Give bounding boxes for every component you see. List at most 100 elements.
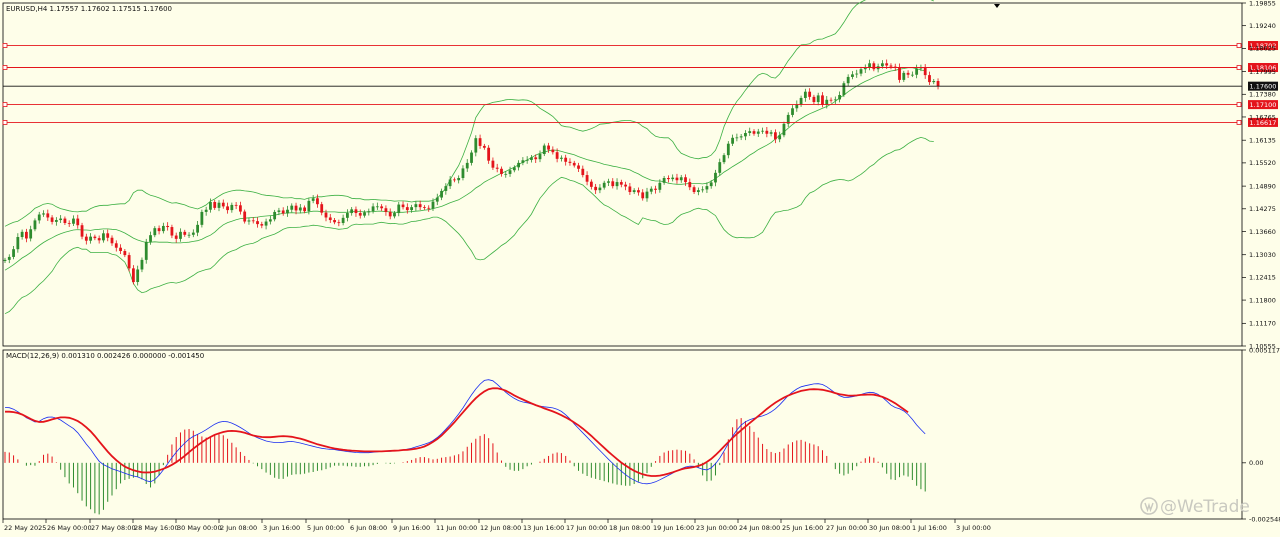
level-handle-right[interactable] [1236,65,1242,70]
candle-bull [7,256,11,260]
time-tick-label: 17 Jun 00:00 [566,524,607,532]
level-handle-left[interactable] [2,102,8,108]
candle-bull [140,259,144,270]
candle-bull [838,95,841,100]
time-tick-label: 12 Jun 08:00 [480,524,521,532]
level-handle-left[interactable] [2,65,8,70]
candle-bull [397,204,401,214]
price-tick-label: 1.13660 [1249,228,1276,236]
candle-bull [42,213,45,215]
candle-bear [294,205,298,211]
candle-bull [915,68,919,75]
time-tick-label: 22 May 2025 [4,524,46,532]
candle-bull [761,130,764,132]
candle-bear [585,175,589,182]
shift-marker-icon[interactable] [994,4,1000,8]
candle-bull [264,221,268,226]
candle-bull [560,157,563,159]
candle-bull [187,234,191,236]
price-tick-label: 1.19855 [1249,0,1276,7]
candle-bear [821,95,824,105]
candle-bear [572,162,576,166]
candle-bear [889,65,893,67]
candle-bear [906,72,910,75]
candle-bear [923,66,927,76]
time-tick-label: 18 Jun 08:00 [609,524,650,532]
candle-bull [744,133,747,137]
level-handle-right[interactable] [1236,43,1242,48]
candle-bear [354,209,358,214]
candle-bull [363,212,366,216]
level-handle-right[interactable] [1236,102,1242,108]
candle-bull [3,259,7,261]
candle-bull [726,143,730,156]
candle-bear [765,130,769,134]
candle-bull [72,218,75,224]
candle-bull [816,95,820,103]
candle-bear [500,168,503,174]
candle-bear [885,63,889,66]
candle-bear [812,96,816,103]
level-handle-left[interactable] [2,43,8,48]
candle-bear [547,145,550,150]
candle-bull [649,188,653,192]
candle-bear [928,75,931,83]
candle-bear [551,149,555,153]
candle-bull [33,220,37,230]
candle-bull [311,198,315,201]
candle-bear [423,207,426,208]
candle-bear [808,91,812,97]
macd-tick-label: 0.00 [1249,459,1263,467]
candle-bull [136,269,140,283]
time-tick-label: 3 Jun 16:00 [263,524,300,532]
candle-bull [645,191,649,199]
time-tick-label: 6 Jun 08:00 [350,524,387,532]
candle-bear [333,220,336,223]
candle-bull [739,136,743,138]
candle-bear [110,237,114,244]
time-tick-label: 25 Jun 16:00 [782,524,823,532]
candle-bear [405,207,409,211]
price-tick-label: 1.19240 [1249,22,1276,30]
candle-bear [577,165,580,169]
candle-bull [153,228,157,236]
candle-bear [251,220,255,222]
candle-bear [106,233,110,238]
candle-bull [782,123,786,136]
level-handle-left[interactable] [2,120,8,125]
candle-bull [525,159,529,161]
candle-bull [615,182,619,187]
candle-bear [183,231,187,235]
candle-bear [478,138,482,146]
candle-bear [581,168,585,176]
price-tick-label: 1.15520 [1249,159,1276,167]
candle-bear [427,207,431,209]
candle-bear [328,217,332,221]
candle-bear [684,177,687,183]
candle-bear [774,132,777,140]
chart-canvas[interactable]: 1.187021.181061.171001.166171.176001.198… [0,0,1280,537]
candle-bull [346,213,349,218]
time-tick-label: 27 May 08:00 [91,524,136,532]
candle-bull [607,181,610,183]
candle-bear [221,202,225,207]
candle-bear [619,182,623,185]
candle-bull [778,135,782,140]
candle-bull [910,74,914,76]
candle-bear [127,255,131,269]
candle-bear [872,63,876,70]
price-tick-label: 1.17995 [1249,68,1276,76]
level-handle-right[interactable] [1236,120,1242,125]
candle-bull [658,182,662,190]
macd-tick-label: -0.002548 [1249,515,1280,523]
candle-bull [196,224,199,233]
candle-bull [756,131,760,134]
bb-middle-line [4,67,926,271]
candle-bear [320,204,324,213]
candle-bear [611,181,615,187]
candle-bull [457,178,461,181]
candle-bull [868,63,871,68]
macd-tick-label: 0.005117 [1249,346,1280,354]
candle-bear [495,167,499,169]
time-tick-label: 28 May 16:00 [134,524,179,532]
